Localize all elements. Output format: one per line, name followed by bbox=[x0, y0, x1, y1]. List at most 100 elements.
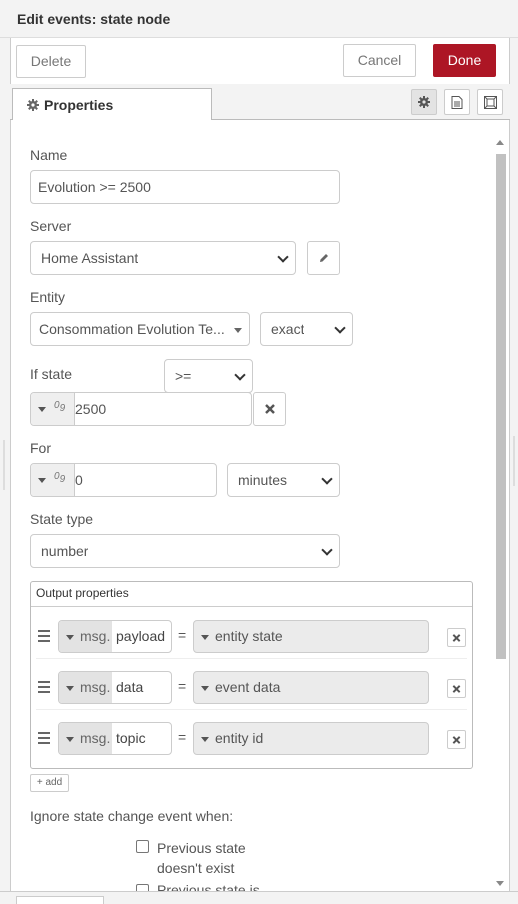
chevron-down-icon bbox=[321, 544, 333, 556]
close-icon bbox=[265, 404, 275, 414]
chevron-down-icon bbox=[234, 369, 246, 381]
edit-server-button[interactable] bbox=[307, 241, 340, 275]
cancel-button[interactable]: Cancel bbox=[343, 44, 416, 77]
property-value: entity state bbox=[215, 628, 283, 644]
done-button[interactable]: Done bbox=[433, 44, 496, 77]
right-resize-handle[interactable] bbox=[513, 436, 515, 486]
equals-sign: = bbox=[178, 678, 187, 694]
property-value-select[interactable]: entity id bbox=[193, 722, 429, 755]
ifstate-typed-input[interactable]: 09 2500 bbox=[30, 392, 252, 426]
property-input[interactable]: msg. topic bbox=[58, 722, 172, 755]
output-property-row: msg. data = event data bbox=[31, 659, 472, 710]
ignore-prev-is-label: Previous state is bbox=[157, 882, 260, 891]
drag-handle-icon[interactable] bbox=[38, 732, 50, 747]
caret-down-icon bbox=[38, 407, 46, 412]
ifstate-type-button[interactable]: 09 bbox=[31, 393, 75, 425]
remove-row-button[interactable] bbox=[447, 730, 466, 749]
tab-properties[interactable]: Properties bbox=[12, 88, 212, 121]
gear-icon bbox=[418, 96, 430, 108]
remove-row-button[interactable] bbox=[447, 679, 466, 698]
ignore-prev-not-exist-label: Previous state doesn't exist bbox=[157, 838, 246, 878]
left-resize-handle[interactable] bbox=[3, 440, 5, 490]
property-type-button[interactable]: msg. bbox=[59, 672, 112, 703]
property-name: topic bbox=[116, 730, 146, 746]
output-properties-title: Output properties bbox=[36, 586, 129, 600]
name-label: Name bbox=[30, 147, 68, 163]
description-tab-button[interactable] bbox=[444, 89, 470, 115]
plus-icon: + bbox=[36, 777, 43, 788]
property-type-button[interactable]: msg. bbox=[59, 723, 112, 754]
output-properties-list: Output properties msg. payload = entity … bbox=[30, 581, 473, 769]
settings-tab-button[interactable] bbox=[411, 89, 437, 115]
server-select[interactable]: Home Assistant bbox=[30, 241, 296, 275]
msg-prefix: msg. bbox=[80, 679, 111, 695]
drag-handle-icon[interactable] bbox=[38, 630, 50, 645]
statetype-label: State type bbox=[30, 511, 94, 527]
delete-button[interactable]: Delete bbox=[16, 45, 86, 78]
output-properties-header: Output properties bbox=[31, 582, 472, 607]
for-typed-input[interactable]: 09 0 bbox=[30, 463, 217, 497]
caret-down-icon bbox=[201, 686, 209, 691]
ifstate-operator-select[interactable]: >= bbox=[164, 359, 253, 393]
pencil-icon bbox=[320, 254, 328, 262]
chevron-down-icon bbox=[334, 322, 346, 334]
msg-prefix: msg. bbox=[80, 628, 111, 644]
dialog-title-bar: Edit events: state node bbox=[0, 0, 518, 38]
caret-down-icon bbox=[38, 478, 46, 483]
entity-combobox[interactable]: Consommation Evolution Te... bbox=[30, 312, 250, 346]
properties-panel: Name Evolution >= 2500 Server Home Assis… bbox=[10, 120, 510, 891]
remove-row-button[interactable] bbox=[447, 628, 466, 647]
ignore-option1-line1: Previous state bbox=[157, 840, 246, 856]
scrollbar[interactable] bbox=[494, 138, 507, 890]
ifstate-value: 2500 bbox=[75, 401, 107, 417]
ignore-prev-is-checkbox[interactable] bbox=[136, 884, 149, 891]
ignore-title: Ignore state change event when: bbox=[30, 808, 234, 824]
property-name: payload bbox=[116, 628, 166, 644]
property-value-select[interactable]: event data bbox=[193, 671, 429, 704]
footer-tab[interactable] bbox=[16, 896, 104, 904]
equals-sign: = bbox=[178, 729, 187, 745]
entity-label: Entity bbox=[30, 289, 66, 305]
dialog-title: Edit events: state node bbox=[17, 11, 171, 27]
document-icon bbox=[451, 96, 463, 109]
number-type-icon: 09 bbox=[54, 400, 66, 414]
appearance-tab-button[interactable] bbox=[477, 89, 503, 115]
statetype-value: number bbox=[41, 543, 89, 559]
for-label: For bbox=[30, 440, 51, 456]
dialog-footer bbox=[0, 891, 518, 904]
property-input[interactable]: msg. data bbox=[58, 671, 172, 704]
for-unit-select[interactable]: minutes bbox=[227, 463, 340, 497]
number-type-icon: 09 bbox=[54, 471, 66, 485]
dialog-button-bar: Delete Cancel Done bbox=[10, 38, 510, 84]
entity-match-select[interactable]: exact bbox=[260, 312, 353, 346]
property-type-button[interactable]: msg. bbox=[59, 621, 112, 652]
scrollbar-thumb[interactable] bbox=[496, 154, 506, 659]
equals-sign: = bbox=[178, 627, 187, 643]
output-property-row: msg. payload = entity state bbox=[31, 608, 472, 659]
for-value: 0 bbox=[75, 472, 83, 488]
scroll-up-arrow-icon[interactable] bbox=[496, 140, 504, 145]
server-select-value: Home Assistant bbox=[41, 250, 139, 266]
server-label: Server bbox=[30, 218, 72, 234]
property-input[interactable]: msg. payload bbox=[58, 620, 172, 653]
property-value-select[interactable]: entity state bbox=[193, 620, 429, 653]
caret-down-icon bbox=[66, 737, 74, 742]
clear-ifstate-button[interactable] bbox=[253, 392, 286, 426]
for-type-button[interactable]: 09 bbox=[31, 464, 75, 496]
caret-down-icon bbox=[66, 686, 74, 691]
property-value: event data bbox=[215, 679, 281, 695]
statetype-select[interactable]: number bbox=[30, 534, 340, 568]
ignore-option1-line2: doesn't exist bbox=[157, 860, 235, 876]
name-input[interactable]: Evolution >= 2500 bbox=[30, 170, 340, 204]
caret-down-icon bbox=[201, 737, 209, 742]
name-input-value: Evolution >= 2500 bbox=[38, 179, 151, 195]
add-output-property-button[interactable]: + add bbox=[30, 774, 69, 792]
caret-down-icon bbox=[234, 328, 242, 333]
entity-combobox-value: Consommation Evolution Te... bbox=[39, 321, 225, 337]
ifstate-operator-value: >= bbox=[175, 368, 192, 384]
add-label: add bbox=[45, 777, 63, 788]
scroll-down-arrow-icon[interactable] bbox=[496, 881, 504, 886]
ignore-prev-not-exist-checkbox[interactable] bbox=[136, 840, 149, 853]
drag-handle-icon[interactable] bbox=[38, 681, 50, 696]
caret-down-icon bbox=[201, 635, 209, 640]
